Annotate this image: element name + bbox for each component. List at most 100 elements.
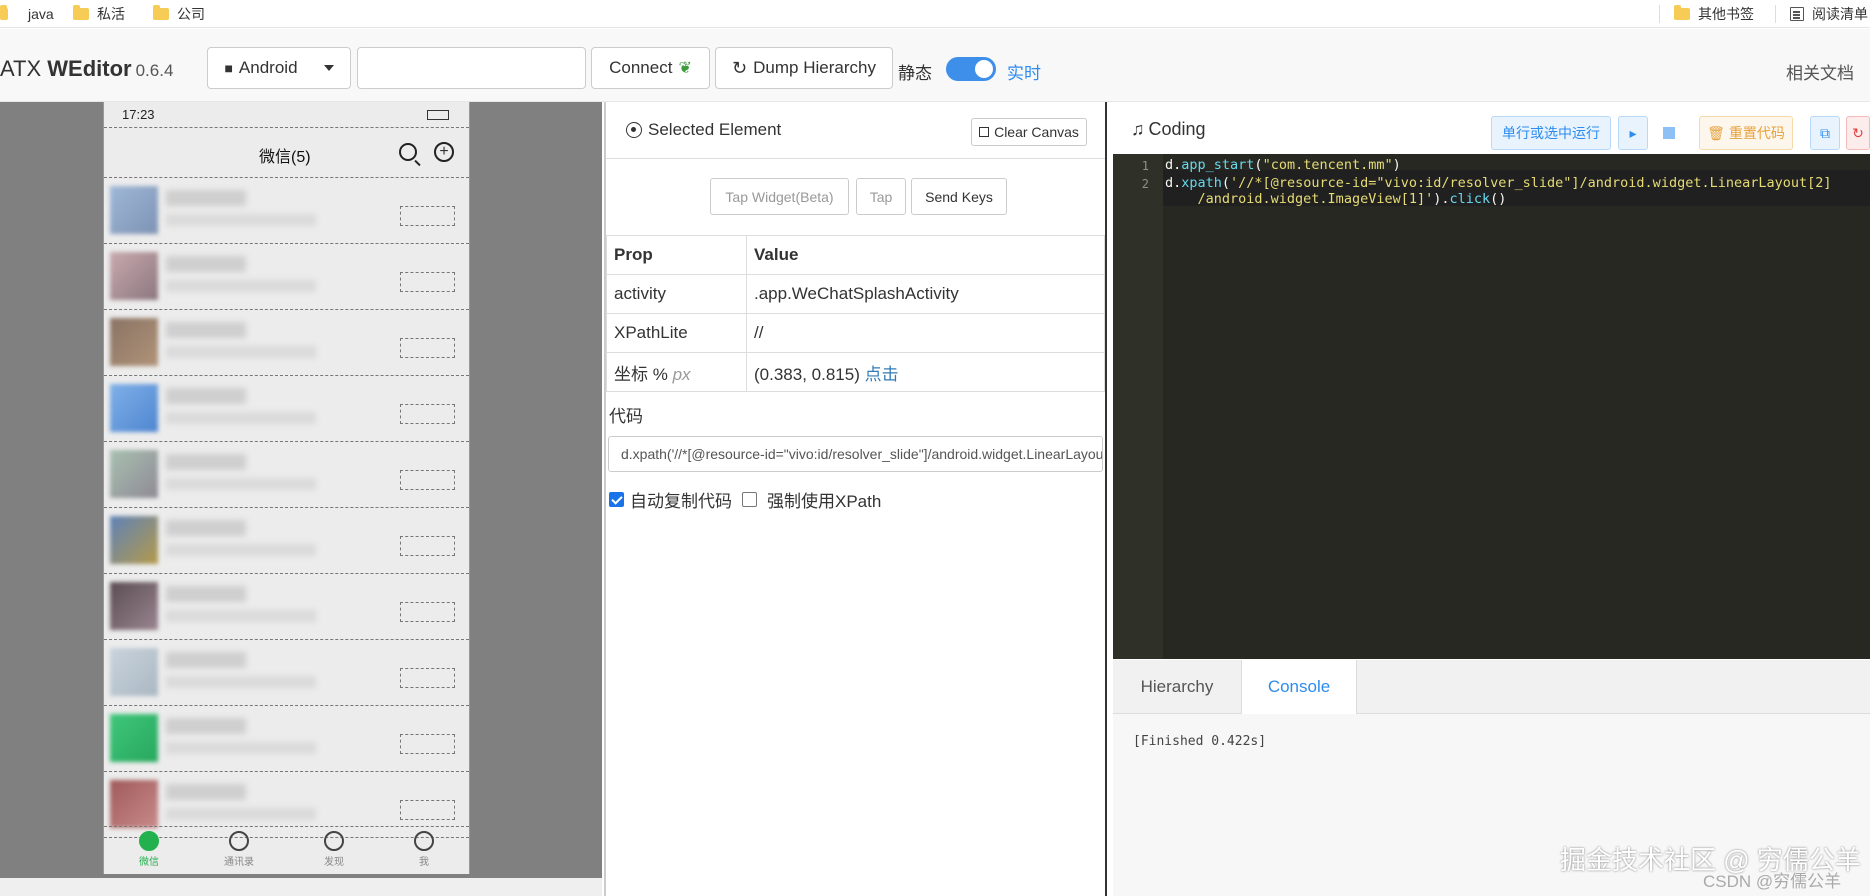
prop-cell: XPathLite	[606, 313, 747, 353]
battery-icon	[427, 109, 449, 120]
coding-title-text: Coding	[1148, 119, 1206, 139]
selected-element-panel: Selected Element Clear Canvas Tap Widget…	[604, 102, 1107, 896]
selected-title: Selected Element	[626, 120, 781, 140]
send-keys-button[interactable]: Send Keys	[911, 178, 1007, 215]
docs-menu[interactable]: 相关文档	[1786, 59, 1854, 84]
dump-hierarchy-button[interactable]: ↻ Dump Hierarchy	[715, 47, 893, 89]
chevron-down-icon	[323, 65, 334, 71]
chat-msg	[166, 610, 316, 622]
bookmark-gongsi[interactable]: 公司	[153, 3, 205, 25]
reset-code-button[interactable]: 🗑 重置代码	[1699, 116, 1793, 150]
chat-bounds	[400, 734, 455, 754]
value-cell: .app.WeChatSplashActivity	[746, 274, 1105, 314]
copy-icon: ⧉	[1820, 124, 1830, 141]
reload-button[interactable]: ↻	[1846, 116, 1870, 150]
code-editor[interactable]: 1 2 d.app_start("com.tencent.mm") d.xpat…	[1113, 154, 1870, 659]
docs-label: 相关文档	[1786, 64, 1854, 83]
list-item	[104, 574, 469, 640]
bookmark-label: 公司	[177, 6, 205, 22]
editor-gutter	[1113, 154, 1163, 659]
code-field[interactable]: d.xpath('//*[@resource-id="vivo:id/resol…	[608, 436, 1103, 472]
run-selection-button[interactable]: 单行或选中运行	[1491, 116, 1611, 150]
scroll-strip	[0, 878, 602, 896]
bookmark-sihuo[interactable]: 私活	[73, 3, 125, 25]
click-link[interactable]: 点击	[865, 365, 899, 384]
force-xpath-checkbox[interactable]	[742, 492, 757, 507]
static-label: 静态	[898, 64, 932, 83]
device-screen-area: 17:23 微信(5) + 微信 通讯录 发现 我	[0, 102, 602, 896]
chat-name	[166, 190, 246, 206]
avatar	[110, 780, 158, 828]
clear-canvas-label: Clear Canvas	[994, 124, 1079, 140]
tab-console[interactable]: Console	[1241, 660, 1357, 714]
brand: ATX WEditor 0.6.4	[0, 56, 173, 82]
tab-label: 通讯录	[224, 857, 254, 868]
stop-button[interactable]	[1654, 116, 1684, 150]
selected-header: Selected Element Clear Canvas	[606, 102, 1105, 159]
reading-list-icon	[1790, 7, 1804, 21]
avatar	[110, 648, 158, 696]
table-row: XPathLite //	[606, 313, 1105, 353]
tab-contacts: 通讯录	[219, 831, 259, 868]
table-row: 坐标 % px (0.383, 0.815) 点击	[606, 352, 1105, 392]
avatar	[110, 186, 158, 234]
android-icon: ■	[224, 60, 233, 76]
tab-label: 我	[419, 857, 429, 868]
coord-value: (0.383, 0.815)	[754, 364, 860, 384]
music-note-icon: ♫	[1131, 119, 1145, 139]
tap-button[interactable]: Tap	[856, 178, 906, 215]
chat-bounds	[400, 404, 455, 424]
phone-screenshot[interactable]: 17:23 微信(5) + 微信 通讯录 发现 我	[103, 102, 470, 874]
chat-bounds	[400, 536, 455, 556]
divider	[1659, 5, 1660, 23]
reading-list-label: 阅读清单	[1812, 6, 1868, 22]
stop-icon	[1663, 127, 1675, 139]
code-line-1: d.app_start("com.tencent.mm")	[1165, 157, 1401, 173]
realtime-toggle[interactable]	[946, 57, 996, 81]
chat-icon	[139, 831, 159, 851]
phone-tabbar: 微信 通讯录 发现 我	[104, 826, 469, 874]
brand-prefix: ATX	[0, 56, 48, 81]
chat-bounds	[400, 338, 455, 358]
reading-list[interactable]: 阅读清单	[1790, 3, 1868, 25]
platform-select[interactable]: ■ Android	[207, 47, 351, 89]
list-item	[104, 244, 469, 310]
tab-label: 发现	[324, 857, 344, 868]
device-input[interactable]	[357, 47, 586, 89]
table-header-row: Prop Value	[606, 235, 1105, 275]
prop-table: Prop Value activity .app.WeChatSplashAct…	[606, 235, 1105, 392]
chat-name	[166, 784, 246, 800]
coord-unit[interactable]: px	[673, 365, 691, 384]
tab-hierarchy[interactable]: Hierarchy	[1113, 660, 1241, 714]
chat-bounds	[400, 800, 455, 820]
chat-name	[166, 454, 246, 470]
chat-bounds	[400, 668, 455, 688]
version: 0.6.4	[135, 61, 174, 80]
play-button[interactable]: ▸	[1618, 116, 1648, 150]
coord-prop: 坐标 %	[614, 364, 668, 384]
contacts-icon	[229, 831, 249, 851]
list-item	[104, 706, 469, 772]
code-line-2: d.xpath('//*[@resource-id="vivo:id/resol…	[1165, 175, 1832, 207]
tap-widget-button[interactable]: Tap Widget(Beta)	[710, 178, 849, 215]
auto-copy-checkbox[interactable]	[609, 492, 624, 507]
target-icon	[626, 122, 642, 138]
bookmark-other[interactable]: 其他书签	[1674, 3, 1754, 25]
chat-msg	[166, 478, 316, 490]
clear-canvas-button[interactable]: Clear Canvas	[971, 118, 1087, 146]
list-item	[104, 442, 469, 508]
bookmark-label: 私活	[97, 6, 125, 22]
chat-bounds	[400, 206, 455, 226]
square-icon	[979, 127, 990, 137]
chat-msg	[166, 346, 316, 358]
avatar	[110, 714, 158, 762]
bookmark-java[interactable]: java	[0, 3, 54, 25]
avatar	[110, 516, 158, 564]
connect-button[interactable]: Connect ❦	[591, 47, 710, 89]
force-xpath-label: 强制使用XPath	[767, 492, 882, 511]
copy-button[interactable]: ⧉	[1810, 116, 1840, 150]
phone-title: 微信(5)	[259, 149, 311, 166]
realtime-label[interactable]: 实时	[1007, 59, 1041, 84]
leaf-icon: ❦	[678, 60, 692, 77]
person-icon	[414, 831, 434, 851]
